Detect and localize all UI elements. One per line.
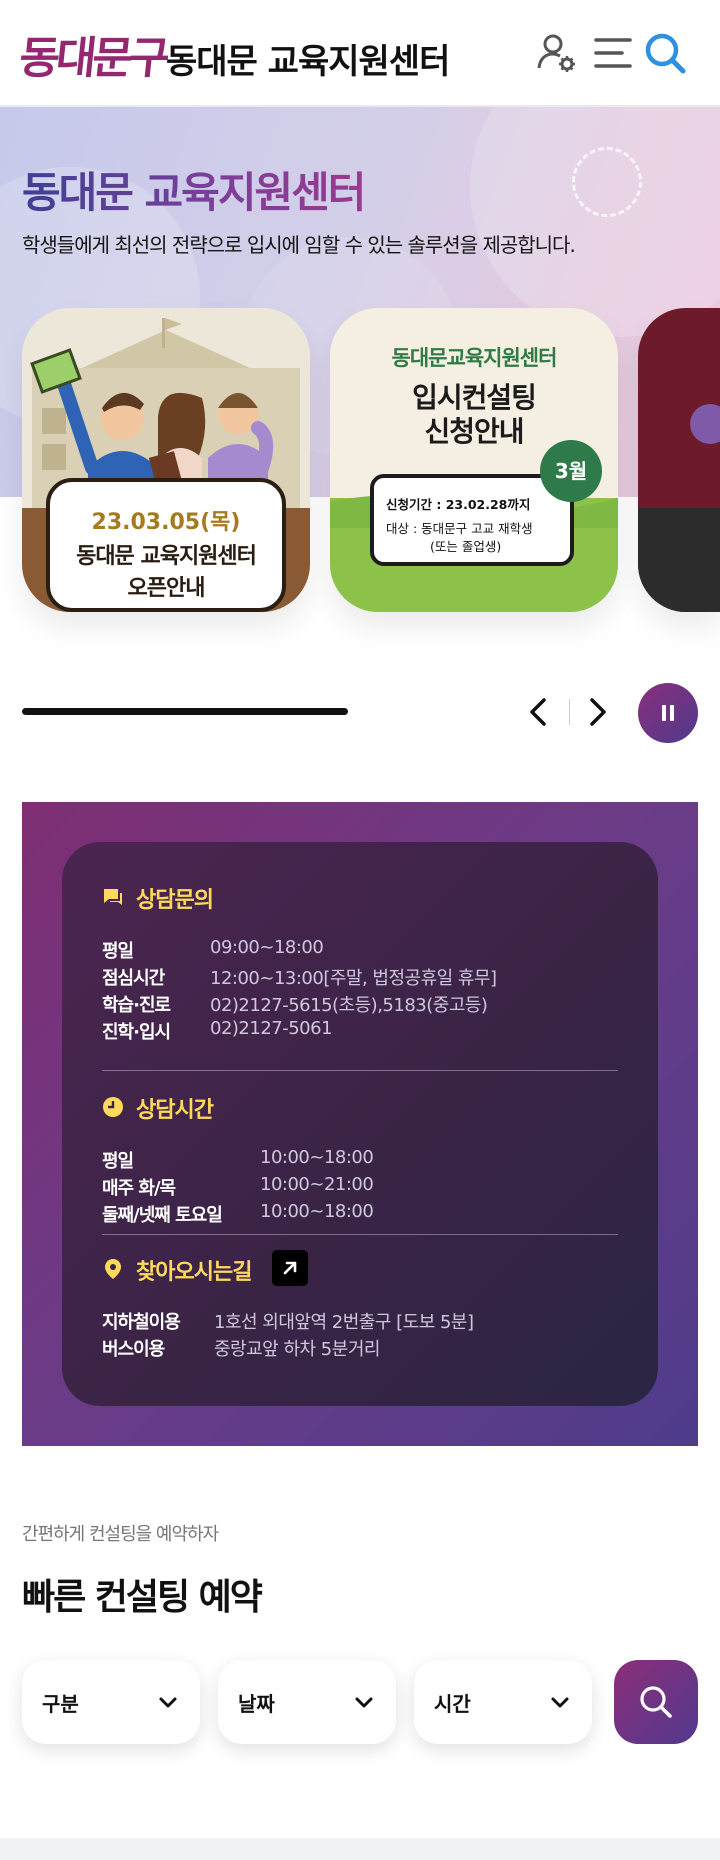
hours-value: 10:00~18:00 — [260, 1147, 374, 1168]
application-target: 대상 : 동대문구 고교 재학생 — [386, 521, 533, 536]
site-title[interactable]: 동대문 교육지원센터 — [166, 34, 450, 83]
info-card: 상담문의 평일 09:00~18:00 점심시간 12:00~13:00[주말,… — [62, 842, 658, 1406]
consult-label: 평일 — [102, 941, 134, 962]
clock-icon — [103, 1097, 123, 1117]
divider — [102, 1234, 618, 1235]
chevron-down-icon — [355, 1697, 373, 1708]
search-icon — [640, 1686, 672, 1718]
card-dark-panel — [638, 508, 720, 612]
hours-value: 10:00~18:00 — [260, 1201, 374, 1222]
menu-icon[interactable] — [590, 30, 636, 76]
external-link-button[interactable] — [272, 1250, 308, 1286]
time-select[interactable]: 시간 — [414, 1660, 592, 1744]
decor-dashed-circle — [572, 147, 642, 217]
card-decor-circle — [690, 404, 720, 444]
select-label: 구분 — [42, 1692, 79, 1716]
application-info-box: 신청기간 : 23.02.28까지 대상 : 동대문구 고교 재학생 (또는 졸… — [370, 474, 574, 566]
consult-label: 진학·입시 — [102, 1022, 171, 1043]
control-divider — [569, 699, 570, 725]
card-org-name: 동대문교육지원센터 — [391, 346, 558, 370]
consult-title: 상담문의 — [136, 888, 214, 913]
footer-edge — [0, 1838, 720, 1860]
directions-label: 지하철이용 — [102, 1312, 181, 1333]
hours-label: 둘째/넷째 토요일 — [102, 1205, 223, 1226]
directions-title: 찾아오시는길 — [136, 1260, 252, 1285]
application-target-note: (또는 졸업생) — [430, 539, 502, 554]
banner-card-partial[interactable] — [638, 308, 720, 612]
info-section: 상담문의 평일 09:00~18:00 점심시간 12:00~13:00[주말,… — [22, 802, 698, 1446]
chevron-left-icon[interactable] — [516, 690, 560, 734]
select-label: 날짜 — [238, 1692, 275, 1716]
hero-subtitle: 학생들에게 최선의 전략으로 입시에 임할 수 있는 솔루션을 제공합니다. — [22, 233, 576, 257]
hero-title: 동대문 교육지원센터 — [22, 159, 366, 220]
directions-value: 중랑교앞 하차 5분거리 — [214, 1339, 380, 1360]
site-header: 동대문구 동대문 교육지원센터 — [0, 0, 720, 107]
chat-bubble-icon — [104, 889, 122, 905]
chevron-down-icon — [551, 1697, 569, 1708]
search-icon[interactable] — [642, 30, 688, 76]
consult-label: 학습·진로 — [102, 995, 171, 1016]
month-badge: 3월 — [540, 440, 602, 502]
select-label: 시간 — [434, 1692, 471, 1716]
consult-phone[interactable]: 02)2127-5615(초등),5183(중고등) — [210, 991, 488, 1017]
card-date: 23.03.05(목) — [91, 510, 241, 535]
application-period: 신청기간 : 23.02.28까지 — [386, 497, 531, 512]
reservation-search-button[interactable] — [614, 1660, 698, 1744]
decor-circle — [470, 107, 720, 337]
date-select[interactable]: 날짜 — [218, 1660, 396, 1744]
pause-icon — [670, 705, 674, 721]
chevron-down-icon — [159, 1697, 177, 1708]
card-title-line1: 동대문 교육지원센터 — [76, 544, 257, 569]
district-logo[interactable]: 동대문구 — [17, 22, 170, 86]
category-select[interactable]: 구분 — [22, 1660, 200, 1744]
chevron-right-icon[interactable] — [576, 690, 620, 734]
reservation-title: 빠른 컨설팅 예약 — [22, 1577, 263, 1618]
pause-button[interactable] — [638, 683, 698, 743]
hours-label: 평일 — [102, 1151, 134, 1172]
arrow-up-right-icon — [283, 1261, 297, 1275]
consult-phone[interactable]: 02)2127-5061 — [210, 1018, 333, 1039]
consult-value: 12:00~13:00[주말, 법정공휴일 휴무] — [210, 968, 497, 989]
banner-card-open-notice[interactable]: 23.03.05(목) 동대문 교육지원센터 오픈안내 — [22, 308, 310, 612]
location-pin-icon — [105, 1259, 121, 1279]
card-title-line2: 오픈안내 — [127, 576, 206, 601]
directions-value: 1호선 외대앞역 2번출구 [도보 5분] — [214, 1312, 474, 1333]
directions-label: 버스이용 — [102, 1339, 165, 1360]
consult-label: 점심시간 — [102, 968, 165, 989]
hours-title: 상담시간 — [136, 1098, 214, 1123]
hours-label: 매주 화/목 — [102, 1178, 176, 1199]
reservation-subtitle: 간편하게 컨설팅을 예약하자 — [22, 1524, 219, 1545]
slider-progress-bar — [22, 708, 348, 715]
user-settings-icon[interactable] — [534, 30, 580, 76]
consult-value: 09:00~18:00 — [210, 937, 324, 958]
divider — [102, 1070, 618, 1071]
hours-value: 10:00~21:00 — [260, 1174, 374, 1195]
pause-icon — [662, 705, 666, 721]
banner-card-consulting-notice[interactable]: 동대문교육지원센터 입시컨설팅 신청안내 신청기간 : 23.02.28까지 대… — [330, 308, 618, 612]
